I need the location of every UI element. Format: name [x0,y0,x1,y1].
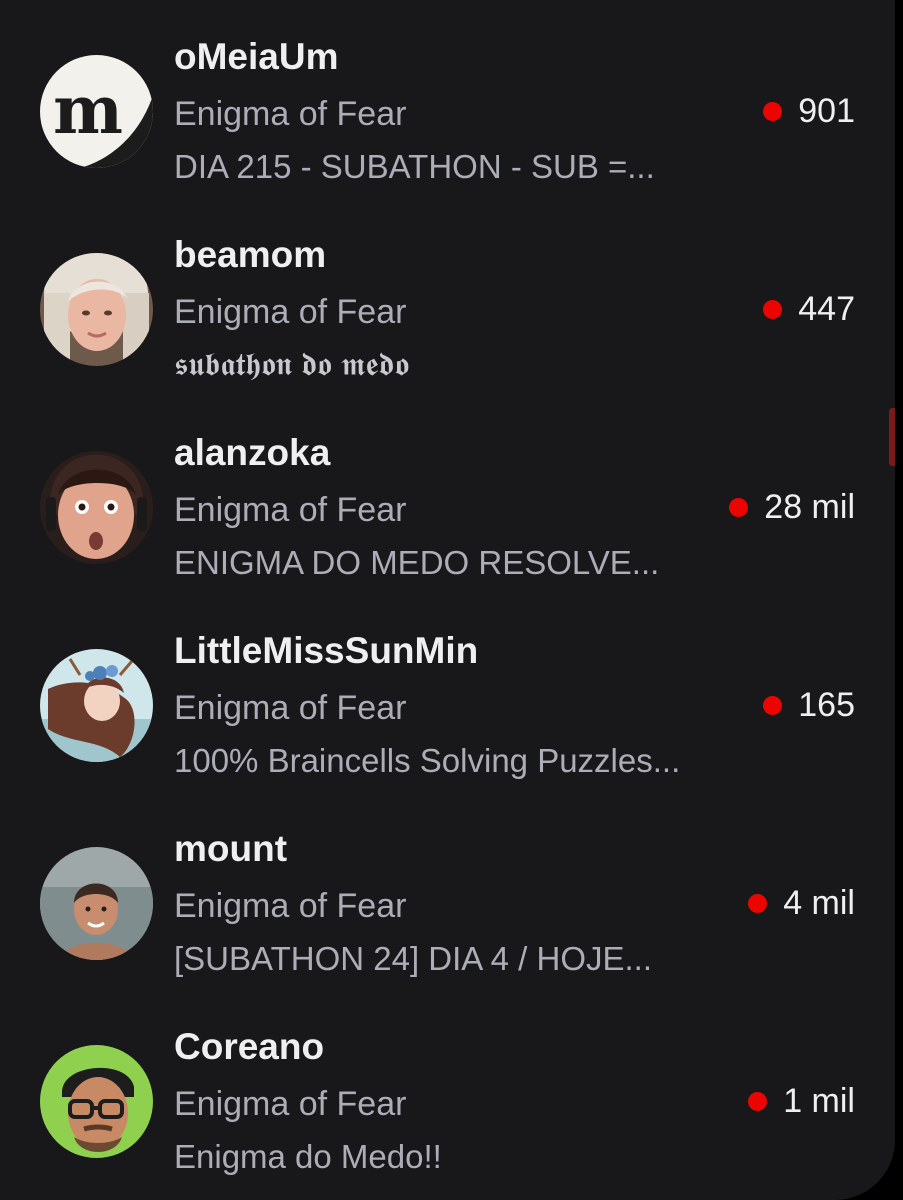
channel-name[interactable]: mount [174,828,287,870]
channel-avatar[interactable] [40,847,153,960]
viewer-count-value: 165 [798,686,855,724]
profile-photo-avatar-icon [40,847,153,960]
stream-title: 𝖘𝖚𝖇𝖆𝖙𝖍𝖔𝖓 𝖉𝖔 𝖒𝖊𝖉𝖔 [174,346,409,382]
viewer-count-value: 447 [798,290,855,328]
viewer-count: 165 [763,686,855,725]
game-name[interactable]: Enigma of Fear [174,1085,406,1124]
live-indicator-icon [763,696,783,715]
stream-title: [SUBATHON 24] DIA 4 / HOJE... [174,940,653,977]
channel-name[interactable]: LittleMissSunMin [174,630,478,672]
stream-row-omeiaum[interactable]: m oMeiaUm Enigma of Fear DIA 215 - SUBAT… [0,0,895,198]
scroll-edge-indicator [889,408,895,466]
channel-avatar[interactable] [40,649,153,762]
game-name[interactable]: Enigma of Fear [174,887,406,926]
live-indicator-icon [763,300,783,319]
stream-list-panel: m oMeiaUm Enigma of Fear DIA 215 - SUBAT… [0,0,895,1200]
channel-name[interactable]: beamom [174,234,326,276]
viewer-count: 1 mil [748,1082,855,1121]
illustrated-avatar-icon [40,649,153,762]
viewer-count-value: 901 [798,92,855,130]
viewer-count-value: 4 mil [783,884,855,922]
game-name[interactable]: Enigma of Fear [174,491,406,530]
profile-photo-avatar-icon [40,451,153,564]
channel-avatar[interactable] [40,253,153,366]
channel-name[interactable]: oMeiaUm [174,36,338,78]
viewer-count: 901 [763,92,855,131]
viewer-count: 4 mil [748,884,855,923]
stream-row-mount[interactable]: mount Enigma of Fear [SUBATHON 24] DIA 4… [0,792,895,990]
game-name[interactable]: Enigma of Fear [174,689,406,728]
viewer-count-value: 1 mil [783,1082,855,1120]
game-name[interactable]: Enigma of Fear [174,95,406,134]
stream-row-coreano[interactable]: Coreano Enigma of Fear Enigma do Medo!! … [0,990,895,1188]
stream-title: Enigma do Medo!! [174,1138,442,1175]
live-indicator-icon [748,1092,768,1111]
channel-avatar[interactable] [40,451,153,564]
stream-title: ENIGMA DO MEDO RESOLVE... [174,544,660,581]
stream-title: 100% Braincells Solving Puzzles... [174,742,681,779]
live-indicator-icon [763,102,783,121]
live-indicator-icon [748,894,768,913]
stream-row-alanzoka[interactable]: alanzoka Enigma of Fear ENIGMA DO MEDO R… [0,396,895,594]
live-indicator-icon [729,498,749,517]
m-logo-letter: m [53,71,123,149]
stream-row-beamom[interactable]: beamom Enigma of Fear 𝖘𝖚𝖇𝖆𝖙𝖍𝖔𝖓 𝖉𝖔 𝖒𝖊𝖉𝖔 4… [0,198,895,396]
channel-name[interactable]: alanzoka [174,432,330,474]
viewer-count: 28 mil [729,488,855,527]
channel-name[interactable]: Coreano [174,1026,324,1068]
cartoon-avatar-icon [40,1045,153,1158]
viewer-count-value: 28 mil [764,488,855,526]
m-logo-avatar-icon: m [40,55,153,168]
channel-avatar[interactable]: m [40,55,153,168]
stream-row-littlemisssunmin[interactable]: LittleMissSunMin Enigma of Fear 100% Bra… [0,594,895,792]
game-name[interactable]: Enigma of Fear [174,293,406,332]
profile-photo-avatar-icon [40,253,153,366]
stream-title: DIA 215 - SUBATHON - SUB =... [174,148,655,185]
viewer-count: 447 [763,290,855,329]
channel-avatar[interactable] [40,1045,153,1158]
